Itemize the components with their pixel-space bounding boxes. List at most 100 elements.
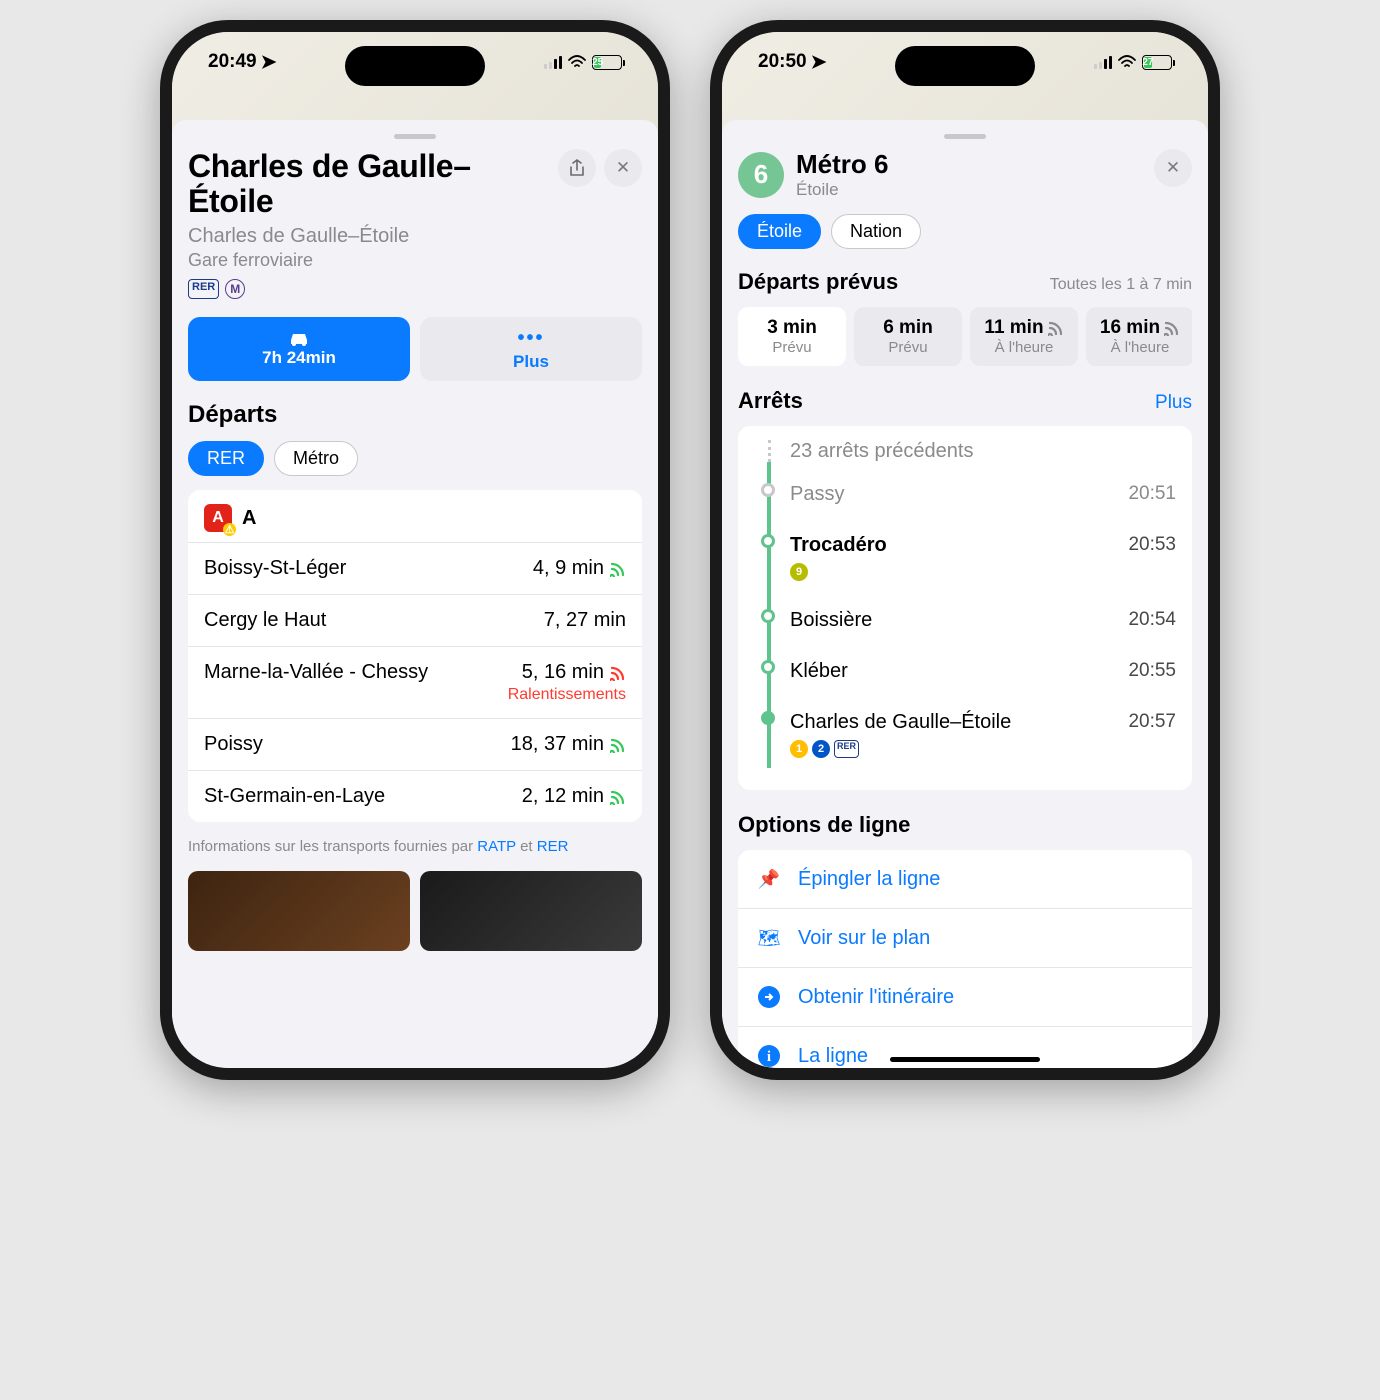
sheet-grabber[interactable] bbox=[394, 134, 436, 139]
stop-time: 20:51 bbox=[1128, 483, 1176, 505]
battery-icon: 25 bbox=[592, 55, 622, 70]
stop-name: Trocadéro bbox=[790, 534, 1128, 557]
pin-icon: 📌 bbox=[756, 866, 782, 892]
stops-more-link[interactable]: Plus bbox=[1155, 392, 1192, 414]
stop-time: 20:57 bbox=[1128, 711, 1176, 733]
previous-stops-label[interactable]: 23 arrêts précédents bbox=[790, 440, 1176, 463]
share-button[interactable] bbox=[558, 149, 596, 187]
line-title: Métro 6 bbox=[796, 149, 888, 180]
line-subtitle: Étoile bbox=[796, 180, 888, 200]
stop-row[interactable]: Trocadéro 920:53 bbox=[754, 520, 1176, 595]
stops-card: 23 arrêts précédents Passy20:51Trocadéro… bbox=[738, 426, 1192, 790]
departure-minutes: 6 min bbox=[862, 317, 954, 339]
departure-status: À l'heure bbox=[978, 339, 1070, 356]
directions-icon bbox=[756, 984, 782, 1010]
wifi-icon bbox=[1118, 55, 1136, 69]
stop-connections: 12RER bbox=[790, 740, 1128, 758]
more-label: Plus bbox=[513, 352, 549, 372]
destination-name: Poissy bbox=[204, 733, 263, 756]
direction-nation[interactable]: Nation bbox=[831, 214, 921, 249]
photo-1[interactable] bbox=[188, 871, 410, 951]
close-button[interactable]: ✕ bbox=[604, 149, 642, 187]
ellipsis-icon: ••• bbox=[517, 327, 544, 350]
status-time: 20:50 bbox=[758, 51, 807, 73]
svg-text:i: i bbox=[767, 1049, 771, 1065]
line-a-badge: A bbox=[204, 504, 232, 532]
tab-rer[interactable]: RER bbox=[188, 441, 264, 476]
car-icon bbox=[287, 330, 311, 346]
station-type: Gare ferroviaire bbox=[188, 250, 550, 271]
location-icon: ➤ bbox=[811, 51, 827, 74]
destination-name: Boissy-St-Léger bbox=[204, 557, 346, 580]
cellular-icon bbox=[544, 56, 562, 69]
cellular-icon bbox=[1094, 56, 1112, 69]
stop-connections: 9 bbox=[790, 563, 1128, 581]
stop-row[interactable]: Charles de Gaulle–Étoile 12RER20:57 bbox=[754, 697, 1176, 772]
line-header[interactable]: A A bbox=[188, 490, 642, 542]
status-time: 20:49 bbox=[208, 51, 257, 73]
rer-link[interactable]: RER bbox=[537, 838, 569, 855]
departures-frequency: Toutes les 1 à 7 min bbox=[1050, 276, 1192, 294]
departures-card: A A Boissy-St-Léger4, 9 minCergy le Haut… bbox=[188, 490, 642, 822]
stop-row[interactable]: Kléber20:55 bbox=[754, 646, 1176, 697]
bottom-sheet[interactable]: 6 Métro 6 Étoile ✕ Étoile Nation Départs… bbox=[722, 120, 1208, 1068]
stop-dot bbox=[761, 609, 775, 623]
stop-name: Charles de Gaulle–Étoile bbox=[790, 711, 1128, 734]
direction-etoile[interactable]: Étoile bbox=[738, 214, 821, 249]
destination-name: Marne-la-Vallée - Chessy bbox=[204, 661, 428, 684]
more-button[interactable]: ••• Plus bbox=[420, 317, 642, 381]
stop-row[interactable]: Passy20:51 bbox=[754, 469, 1176, 520]
destination-row[interactable]: Cergy le Haut 7, 27 min bbox=[188, 594, 642, 646]
line-name: A bbox=[242, 507, 256, 530]
destination-eta: 7, 27 min bbox=[544, 609, 626, 632]
stop-dot bbox=[761, 711, 775, 725]
stop-name: Passy bbox=[790, 483, 1128, 506]
line-6-badge: 6 bbox=[738, 152, 784, 198]
view-on-map-button[interactable]: 🗺 Voir sur le plan bbox=[738, 909, 1192, 968]
ratp-link[interactable]: RATP bbox=[477, 838, 516, 855]
station-area: Charles de Gaulle–Étoile bbox=[188, 225, 550, 248]
pin-line-button[interactable]: 📌 Épingler la ligne bbox=[738, 850, 1192, 909]
stop-dot bbox=[761, 534, 775, 548]
home-indicator[interactable] bbox=[890, 1057, 1040, 1062]
destination-row[interactable]: Marne-la-Vallée - Chessy5, 16 minRalenti… bbox=[188, 646, 642, 718]
destination-row[interactable]: Boissy-St-Léger4, 9 min bbox=[188, 542, 642, 594]
station-title: Charles de Gaulle–Étoile bbox=[188, 149, 550, 219]
departure-minutes: 16 min bbox=[1094, 317, 1186, 339]
get-directions-button[interactable]: Obtenir l'itinéraire bbox=[738, 968, 1192, 1027]
notch bbox=[895, 46, 1035, 86]
close-button[interactable]: ✕ bbox=[1154, 149, 1192, 187]
departures-heading: Départs bbox=[188, 401, 642, 429]
bottom-sheet[interactable]: Charles de Gaulle–Étoile Charles de Gaul… bbox=[172, 120, 658, 1068]
transport-info: Informations sur les transports fournies… bbox=[188, 836, 642, 857]
departure-minutes: 11 min bbox=[978, 317, 1070, 339]
departures-title: Départs prévus bbox=[738, 269, 898, 295]
rer-badge: RER bbox=[188, 279, 219, 299]
sheet-grabber[interactable] bbox=[944, 134, 986, 139]
stop-time: 20:53 bbox=[1128, 534, 1176, 556]
departure-card[interactable]: 11 minÀ l'heure bbox=[970, 307, 1078, 366]
battery-icon: 27 bbox=[1142, 55, 1172, 70]
connection-badge: 2 bbox=[812, 740, 830, 758]
info-icon: i bbox=[756, 1043, 782, 1068]
screen-right: 20:50 ➤ 27 6 Métro 6 Étoile bbox=[722, 32, 1208, 1068]
destination-status: Ralentissements bbox=[508, 686, 626, 704]
destination-eta: 2, 12 min bbox=[522, 785, 626, 808]
stop-time: 20:55 bbox=[1128, 660, 1176, 682]
departure-card[interactable]: 3 minPrévu bbox=[738, 307, 846, 366]
stop-name: Boissière bbox=[790, 609, 1128, 632]
stop-dot bbox=[761, 483, 775, 497]
departure-status: À l'heure bbox=[1094, 339, 1186, 356]
destination-name: Cergy le Haut bbox=[204, 609, 326, 632]
drive-button[interactable]: 7h 24min bbox=[188, 317, 410, 381]
screen-left: 20:49 ➤ 25 Charles de Gaulle–Étoile Char… bbox=[172, 32, 658, 1068]
departure-status: Prévu bbox=[862, 339, 954, 356]
photo-2[interactable] bbox=[420, 871, 642, 951]
destination-row[interactable]: St-Germain-en-Laye2, 12 min bbox=[188, 770, 642, 822]
departure-card[interactable]: 6 minPrévu bbox=[854, 307, 962, 366]
map-icon: 🗺 bbox=[756, 925, 782, 951]
departure-card[interactable]: 16 minÀ l'heure bbox=[1086, 307, 1192, 366]
stop-row[interactable]: Boissière20:54 bbox=[754, 595, 1176, 646]
tab-metro[interactable]: Métro bbox=[274, 441, 358, 476]
destination-row[interactable]: Poissy18, 37 min bbox=[188, 718, 642, 770]
